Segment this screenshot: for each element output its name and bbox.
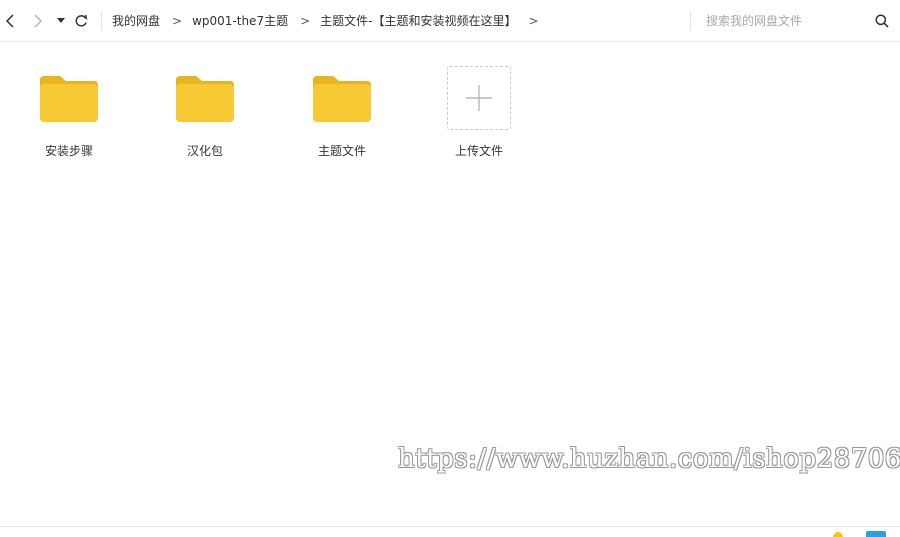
folder-item[interactable]: 主题文件	[292, 64, 392, 168]
folder-name: 汉化包	[186, 144, 223, 158]
upload-dropzone[interactable]	[447, 66, 511, 130]
forward-button[interactable]	[30, 11, 46, 31]
folder-name: 主题文件	[317, 144, 366, 158]
toolbar: 我的网盘 > wp001-the7主题 > 主题文件-【主题和安装视频在这里】 …	[0, 0, 900, 42]
upload-file-button[interactable]: 上传文件	[429, 64, 529, 168]
folder-icon	[313, 76, 371, 122]
breadcrumb-item-current[interactable]: 主题文件-【主题和安装视频在这里】	[320, 12, 516, 30]
breadcrumb-item-root[interactable]: 我的网盘	[112, 12, 160, 30]
breadcrumb-expand-button[interactable]: >	[528, 12, 538, 30]
search-button[interactable]	[873, 12, 891, 30]
breadcrumb-item-project[interactable]: wp001-the7主题	[192, 12, 288, 30]
folder-item[interactable]: 安装步骤	[19, 64, 119, 168]
back-button[interactable]	[2, 11, 18, 31]
file-grid: 安装步骤 汉化包 主题文件 上传文件	[0, 64, 900, 174]
tray-status-icon	[833, 532, 843, 537]
breadcrumb-separator: >	[172, 14, 183, 28]
breadcrumb: 我的网盘 > wp001-the7主题 > 主题文件-【主题和安装视频在这里】 …	[112, 12, 549, 30]
folder-name: 安装步骤	[44, 144, 93, 158]
folder-icon	[40, 76, 98, 122]
refresh-icon	[75, 14, 88, 27]
chevron-left-icon	[5, 14, 14, 28]
folder-icon	[176, 76, 234, 122]
watermark-text: https://www.huzhan.com/ishop28706	[398, 444, 900, 474]
search-divider	[690, 12, 691, 30]
search-icon	[875, 14, 889, 28]
upload-file-label: 上传文件	[454, 144, 503, 158]
folder-item[interactable]: 汉化包	[155, 64, 255, 168]
caret-down-icon	[57, 18, 65, 23]
history-dropdown-button[interactable]	[55, 11, 67, 31]
refresh-button[interactable]	[72, 11, 90, 31]
chevron-right-icon	[34, 14, 43, 28]
search-input[interactable]	[706, 11, 866, 31]
toolbar-divider	[101, 12, 102, 30]
breadcrumb-separator: >	[300, 14, 311, 28]
status-divider	[0, 526, 900, 527]
plus-icon	[466, 85, 492, 111]
tray-app-icon	[866, 531, 886, 537]
